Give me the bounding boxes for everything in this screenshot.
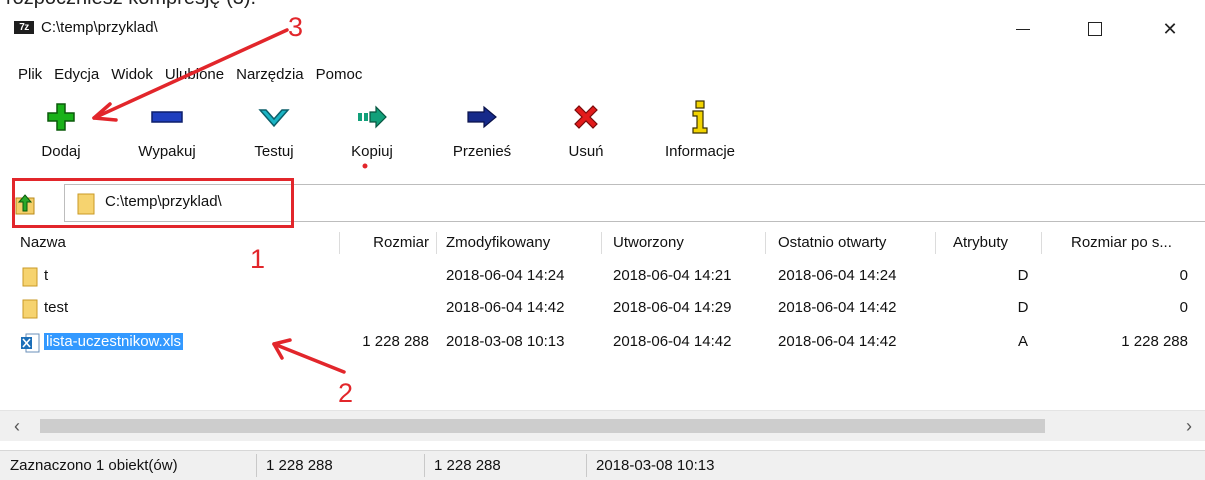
maximize-button[interactable] <box>1072 14 1118 44</box>
table-row-selected[interactable]: lista-uczestnikow.xls 1 228 288 2018-03-… <box>0 326 1205 358</box>
delete-button[interactable]: Usuń <box>559 92 613 178</box>
close-icon: ✕ <box>1162 18 1178 39</box>
minus-icon <box>151 111 183 123</box>
7zip-app-icon: 7z <box>14 21 34 34</box>
table-row[interactable]: t 2018-06-04 14:24 2018-06-04 14:21 2018… <box>0 260 1205 292</box>
column-separator[interactable] <box>601 232 602 254</box>
column-header-packed-size[interactable]: Rozmiar po s... <box>1071 228 1172 258</box>
title-bar: 7z C:\temp\przyklad\ ✕ <box>0 0 1205 58</box>
move-arrow-icon <box>467 105 497 129</box>
add-button[interactable]: Dodaj <box>30 92 92 178</box>
column-header-accessed[interactable]: Ostatnio otwarty <box>778 228 886 258</box>
annotation-label-3: 3 <box>288 12 304 42</box>
menu-edycja[interactable]: Edycja <box>48 62 105 88</box>
annotation-label-1: 1 <box>250 244 266 274</box>
row-attributes: D <box>1017 299 1029 316</box>
copy-arrow-icon <box>358 105 387 129</box>
close-button[interactable]: ✕ <box>1147 14 1193 44</box>
extract-button[interactable]: Wypakuj <box>122 92 212 178</box>
delete-label: Usuń <box>568 143 604 160</box>
status-separator <box>256 454 257 477</box>
column-header-created[interactable]: Utworzony <box>613 228 684 258</box>
status-separator <box>424 454 425 477</box>
test-button[interactable]: Testuj <box>240 92 308 178</box>
column-header-size[interactable]: Rozmiar <box>339 228 429 258</box>
minimize-icon <box>1016 28 1030 30</box>
folder-icon <box>22 299 38 319</box>
check-icon <box>258 109 290 128</box>
column-header-modified[interactable]: Zmodyfikowany <box>446 228 550 258</box>
row-accessed: 2018-06-04 14:24 <box>778 267 897 284</box>
status-packed-size: 1 228 288 <box>434 457 501 474</box>
maximize-icon <box>1088 22 1102 36</box>
column-header-attributes[interactable]: Atrybuty <box>953 228 1008 258</box>
status-date: 2018-03-08 10:13 <box>596 457 715 474</box>
selected-file-name: lista-uczestnikow.xls <box>44 333 184 350</box>
row-modified: 2018-03-08 10:13 <box>446 333 565 350</box>
test-label: Testuj <box>254 143 294 160</box>
folder-icon <box>22 267 38 287</box>
row-size <box>339 260 429 292</box>
add-label: Dodaj <box>41 143 81 160</box>
annotation-label-2: 2 <box>338 378 354 408</box>
row-name: test <box>44 299 69 316</box>
menu-narzedzia[interactable]: Narzędzia <box>230 62 310 88</box>
row-size: 1 228 288 <box>362 333 429 350</box>
row-packed-size: 1 228 288 <box>1121 333 1188 350</box>
row-modified: 2018-06-04 14:42 <box>446 299 565 316</box>
menu-bar: Plik Edycja Widok Ulubione Narzędzia Pom… <box>0 62 368 88</box>
status-size: 1 228 288 <box>266 457 333 474</box>
delete-icon <box>574 105 598 129</box>
row-name: lista-uczestnikow.xls <box>44 326 184 358</box>
row-size <box>339 292 429 324</box>
toolbar: Dodaj Wypakuj Testuj Kopiuj Przenieś Usu… <box>0 92 1205 178</box>
menu-plik[interactable]: Plik <box>0 62 48 88</box>
info-button[interactable]: Informacje <box>648 92 752 178</box>
status-bar: Zaznaczono 1 obiekt(ów) 1 228 288 1 228 … <box>0 450 1205 480</box>
row-attributes: D <box>1017 267 1029 284</box>
column-separator[interactable] <box>1041 232 1042 254</box>
menu-pomoc[interactable]: Pomoc <box>310 62 369 88</box>
scroll-right-button[interactable]: › <box>1186 416 1192 436</box>
column-header-name[interactable]: Nazwa <box>20 228 66 258</box>
row-created: 2018-06-04 14:42 <box>613 333 732 350</box>
column-separator[interactable] <box>765 232 766 254</box>
menu-widok[interactable]: Widok <box>105 62 159 88</box>
status-separator <box>586 454 587 477</box>
minimize-button[interactable] <box>1000 14 1046 44</box>
chevron-left-icon: ‹ <box>14 416 20 436</box>
plus-icon <box>47 103 75 131</box>
move-button[interactable]: Przenieś <box>445 92 519 178</box>
status-selected-count: Zaznaczono 1 obiekt(ów) <box>10 457 178 474</box>
info-icon <box>692 100 708 134</box>
column-separator[interactable] <box>935 232 936 254</box>
menu-ulubione[interactable]: Ulubione <box>159 62 230 88</box>
row-accessed: 2018-06-04 14:42 <box>778 299 897 316</box>
table-row[interactable]: test 2018-06-04 14:42 2018-06-04 14:29 2… <box>0 292 1205 324</box>
scroll-left-button[interactable]: ‹ <box>14 416 20 436</box>
row-packed-size: 0 <box>1179 267 1188 284</box>
row-modified: 2018-06-04 14:24 <box>446 267 565 284</box>
annotation-highlight-box <box>12 178 294 228</box>
file-list-header: Nazwa Rozmiar Zmodyfikowany Utworzony Os… <box>0 228 1205 258</box>
row-created: 2018-06-04 14:21 <box>613 267 732 284</box>
window-title: C:\temp\przyklad\ <box>41 19 158 36</box>
row-name: t <box>44 267 49 284</box>
horizontal-scrollbar[interactable]: ‹ › <box>0 410 1205 441</box>
scrollbar-thumb[interactable] <box>40 419 1045 433</box>
excel-file-icon <box>21 333 40 353</box>
copy-button[interactable]: Kopiuj <box>339 92 405 178</box>
copy-label: Kopiuj <box>351 143 393 160</box>
extract-label: Wypakuj <box>138 143 196 160</box>
row-created: 2018-06-04 14:29 <box>613 299 732 316</box>
row-attributes: A <box>1017 333 1028 350</box>
row-packed-size: 0 <box>1179 299 1188 316</box>
chevron-right-icon: › <box>1186 416 1192 436</box>
info-label: Informacje <box>664 143 736 160</box>
row-accessed: 2018-06-04 14:42 <box>778 333 897 350</box>
move-label: Przenieś <box>452 143 512 160</box>
column-separator[interactable] <box>436 232 437 254</box>
